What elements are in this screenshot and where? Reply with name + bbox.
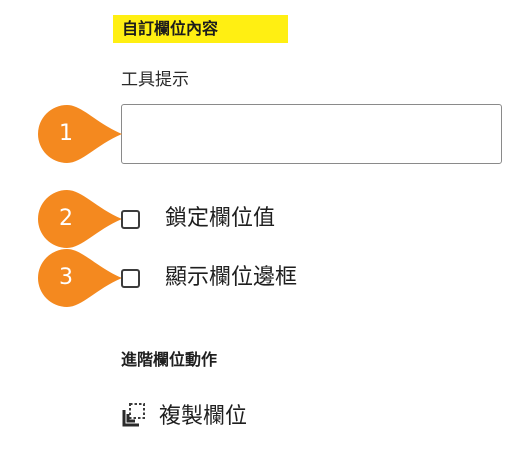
callout-number-1: 1 bbox=[59, 121, 73, 146]
callout-marker-3: 3 bbox=[38, 249, 124, 307]
show-field-border-option[interactable]: 顯示欄位邊框 bbox=[121, 261, 297, 295]
duplicate-field-label: 複製欄位 bbox=[159, 404, 248, 429]
lock-field-label: 鎖定欄位值 bbox=[165, 206, 276, 231]
copy-field-icon bbox=[121, 402, 147, 432]
show-border-checkbox[interactable] bbox=[121, 268, 140, 288]
lock-field-checkbox[interactable] bbox=[121, 209, 140, 229]
lock-field-value-option[interactable]: 鎖定欄位值 bbox=[121, 202, 275, 236]
section-title-custom-field: 自訂欄位內容 bbox=[113, 15, 288, 43]
tooltip-label: 工具提示 bbox=[121, 70, 189, 90]
show-border-label: 顯示欄位邊框 bbox=[165, 265, 298, 290]
callout-number-2: 2 bbox=[59, 206, 73, 231]
callout-marker-1: 1 bbox=[38, 105, 124, 163]
callout-number-3: 3 bbox=[59, 265, 73, 290]
callout-marker-2: 2 bbox=[38, 190, 124, 248]
advanced-actions-title: 進階欄位動作 bbox=[121, 350, 218, 369]
tooltip-input[interactable] bbox=[121, 104, 502, 164]
duplicate-field-button[interactable]: 複製欄位 bbox=[121, 400, 247, 434]
